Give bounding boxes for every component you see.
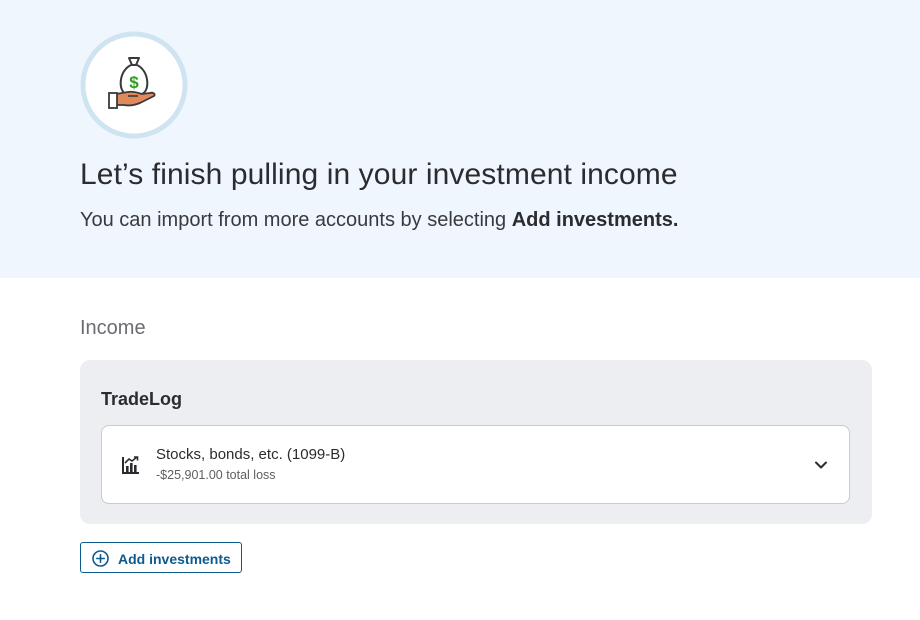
provider-name: TradeLog [101,389,183,409]
hero-banner: $ Let’s finish pulling in your investmen… [0,0,920,278]
income-item-title: Stocks, bonds, etc. (1099-B) [156,446,346,463]
plus-circle-icon [92,550,109,567]
income-item-detail: -$25,901.00 total loss [156,468,276,482]
subtitle-emphasis: Add investments. [511,209,679,231]
money-bag-hand-icon: $ [80,31,188,139]
provider-card: TradeLog Stocks, bonds, etc. (1099-B) -$… [80,360,872,524]
stock-chart-icon [122,456,139,474]
add-investments-button[interactable]: Add investments [80,542,242,573]
subtitle-text: You can import from more accounts by sel… [80,209,512,231]
page-subtitle: You can import from more accounts by sel… [80,209,678,232]
add-investments-label: Add investments [118,551,231,567]
income-section-label: Income [80,317,146,339]
page-title: Let’s finish pulling in your investment … [80,158,678,191]
svg-text:$: $ [129,73,139,92]
income-item-1099b[interactable]: Stocks, bonds, etc. (1099-B) -$25,901.00… [101,425,850,504]
chevron-down-icon[interactable] [813,457,829,473]
